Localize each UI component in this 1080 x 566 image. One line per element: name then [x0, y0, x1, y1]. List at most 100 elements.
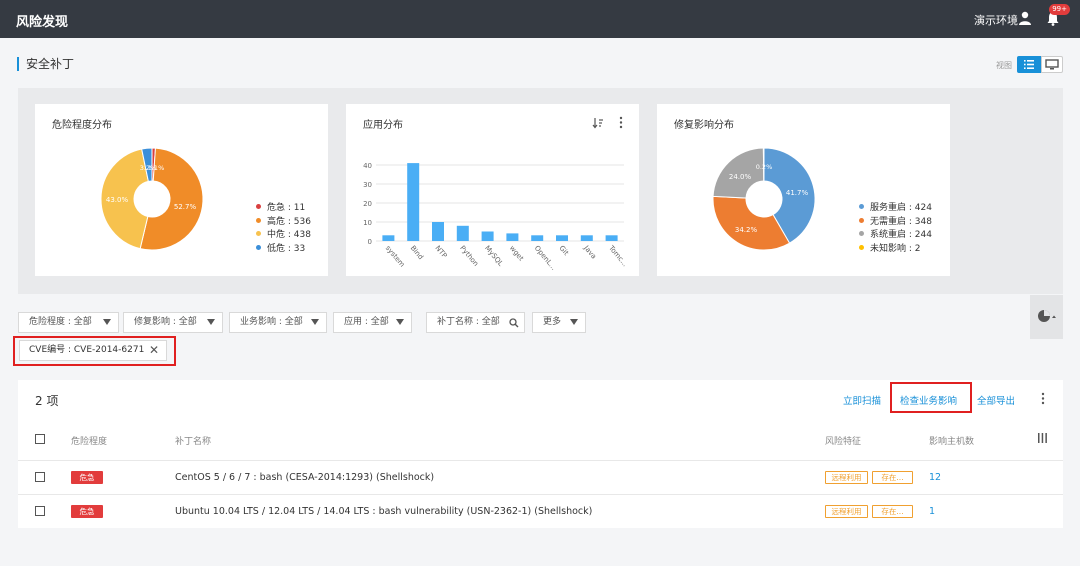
pie-chart-icon [1038, 310, 1056, 322]
legend-dot [859, 231, 864, 237]
legend-item[interactable]: 高危 : 536 [256, 214, 311, 228]
monitor-icon [1045, 59, 1059, 70]
y-tick-10: 10 [363, 219, 372, 227]
risk-tag[interactable]: 存在... [872, 505, 913, 518]
legend-item[interactable]: 系统重启 : 244 [859, 227, 932, 241]
list-icon [1024, 60, 1034, 69]
impact-slice-label-none: 34.2% [735, 226, 758, 234]
user-icon[interactable] [1018, 11, 1032, 25]
more-vertical-icon[interactable] [1040, 392, 1046, 405]
x-tick-label: Bind [409, 244, 425, 261]
legend-label: 服务重启 : 424 [870, 203, 932, 214]
business-filter-label: 业务影响 : 全部 [240, 317, 303, 327]
chart-panel: 危险程度分布 52.7% 43.0% 3.2% 1.1% 危急 : 11 高危 … [18, 88, 1063, 294]
bar-OpenL...[interactable] [531, 235, 544, 241]
app-title: 风险发现 [16, 15, 69, 30]
patch-table-card: 2 项 立即扫描 检查业务影响 全部导出 危险程度 补丁名称 风险特征 影响主机… [18, 380, 1063, 528]
screen-view-button[interactable] [1041, 56, 1063, 73]
row-checkbox[interactable] [35, 472, 45, 482]
impact-legend: 服务重启 : 424 无需重启 : 348 系统重启 : 244 未知影响 : … [859, 200, 932, 254]
filter-icon [103, 319, 111, 325]
legend-item[interactable]: 低危 : 33 [256, 241, 311, 255]
select-all-checkbox[interactable] [35, 434, 45, 444]
bar-NTP[interactable] [432, 222, 444, 241]
severity-filter-label: 危险程度 : 全部 [29, 317, 92, 327]
x-tick-label: Tomc... [606, 243, 629, 268]
impact-slice-label-system: 24.0% [729, 173, 752, 181]
legend-label: 危急 : 11 [267, 203, 306, 214]
export-all-link[interactable]: 全部导出 [977, 393, 1015, 407]
legend-label: 低危 : 33 [267, 243, 306, 254]
list-view-button[interactable] [1017, 56, 1041, 73]
bar-Tomc...[interactable] [605, 235, 618, 241]
business-filter[interactable]: 业务影响 : 全部 [229, 312, 327, 333]
more-filters[interactable]: 更多 [532, 312, 586, 333]
legend-dot [859, 217, 864, 223]
divider [18, 460, 1063, 461]
cve-filter-tag: CVE编号 : CVE-2014-6271 ✕ [19, 340, 167, 361]
impact-slice-label-service: 41.7% [786, 189, 809, 197]
patch-name-link[interactable]: CentOS 5 / 6 / 7 : bash (CESA-2014:1293)… [175, 472, 434, 483]
view-label: 视图 [996, 61, 1012, 70]
x-tick-label: Git [557, 244, 570, 257]
x-tick-label: OpenL... [533, 244, 558, 272]
column-header-name[interactable]: 补丁名称 [175, 434, 211, 447]
legend-item[interactable]: 中危 : 438 [256, 227, 311, 241]
app-chart-card: 应用分布 40 30 20 10 0 system Bind NTP Python My… [346, 104, 639, 276]
legend-label: 中危 : 438 [267, 230, 311, 241]
chart-toggle-button[interactable] [1030, 295, 1063, 339]
bar-wget[interactable] [506, 233, 519, 241]
app-bar-chart: 40 30 20 10 0 system Bind NTP Python MySQL wg… [363, 162, 629, 272]
legend-item[interactable]: 服务重启 : 424 [859, 200, 932, 214]
column-header-risk[interactable]: 风险特征 [825, 434, 861, 447]
app-filter-label: 应用 : 全部 [344, 317, 389, 327]
divider [18, 494, 1063, 495]
legend-label: 系统重启 : 244 [870, 230, 932, 241]
legend-item[interactable]: 无需重启 : 348 [859, 214, 932, 228]
bar-Java[interactable] [580, 235, 593, 241]
bar-Git[interactable] [556, 235, 568, 241]
check-business-impact-link[interactable]: 检查业务影响 [900, 393, 957, 407]
severity-badge: 危急 [71, 471, 103, 484]
patch-name-filter-label: 补丁名称 : 全部 [437, 317, 500, 327]
bar-Python[interactable] [456, 225, 469, 241]
impact-chart-card: 修复影响分布 41.7% 34.2% 24.0% 0.2% 服务重启 : 424… [657, 104, 950, 276]
environment-switch[interactable]: 演示环境 [974, 12, 1018, 28]
app-filter[interactable]: 应用 : 全部 [333, 312, 412, 333]
affected-hosts-link[interactable]: 12 [929, 472, 941, 483]
legend-label: 无需重启 : 348 [870, 216, 932, 227]
risk-tag: 远程利用 [825, 471, 868, 484]
notification-badge: 99+ [1049, 4, 1070, 15]
bar-Bind[interactable] [407, 163, 420, 241]
chevron-down-icon [570, 319, 578, 325]
page-title: 安全补丁 [17, 57, 74, 71]
column-settings-icon[interactable] [1038, 433, 1047, 443]
close-icon[interactable]: ✕ [149, 341, 159, 360]
patch-name-link[interactable]: Ubuntu 10.04 LTS / 12.04 LTS / 14.04 LTS… [175, 506, 592, 517]
legend-dot [256, 244, 261, 250]
bar-system[interactable] [382, 235, 395, 241]
x-tick-label: wget [508, 244, 525, 263]
risk-tag[interactable]: 存在... [872, 471, 913, 484]
x-tick-label: system [384, 244, 407, 269]
row-checkbox[interactable] [35, 506, 45, 516]
bar-MySQL[interactable] [481, 231, 494, 242]
scan-now-link[interactable]: 立即扫描 [843, 393, 881, 407]
legend-item[interactable]: 未知影响 : 2 [859, 241, 932, 255]
severity-slice-label-medium: 43.0% [106, 196, 129, 204]
x-tick-label: Python [458, 244, 480, 268]
column-header-severity[interactable]: 危险程度 [71, 434, 107, 447]
x-tick-label: Java [582, 243, 598, 260]
legend-label: 高危 : 536 [267, 216, 311, 227]
y-tick-0: 0 [368, 238, 372, 246]
column-header-hosts[interactable]: 影响主机数 [929, 434, 974, 447]
patch-name-filter[interactable]: 补丁名称 : 全部 [426, 312, 525, 333]
pie-slice-无需重启[interactable] [712, 195, 791, 251]
legend-item[interactable]: 危急 : 11 [256, 200, 311, 214]
affected-hosts-link[interactable]: 1 [929, 506, 935, 517]
severity-filter[interactable]: 危险程度 : 全部 [18, 312, 119, 333]
impact-filter[interactable]: 修复影响 : 全部 [123, 312, 223, 333]
risk-tag: 远程利用 [825, 505, 868, 518]
y-tick-20: 20 [363, 200, 372, 208]
x-tick-label: MySQL [483, 244, 505, 268]
